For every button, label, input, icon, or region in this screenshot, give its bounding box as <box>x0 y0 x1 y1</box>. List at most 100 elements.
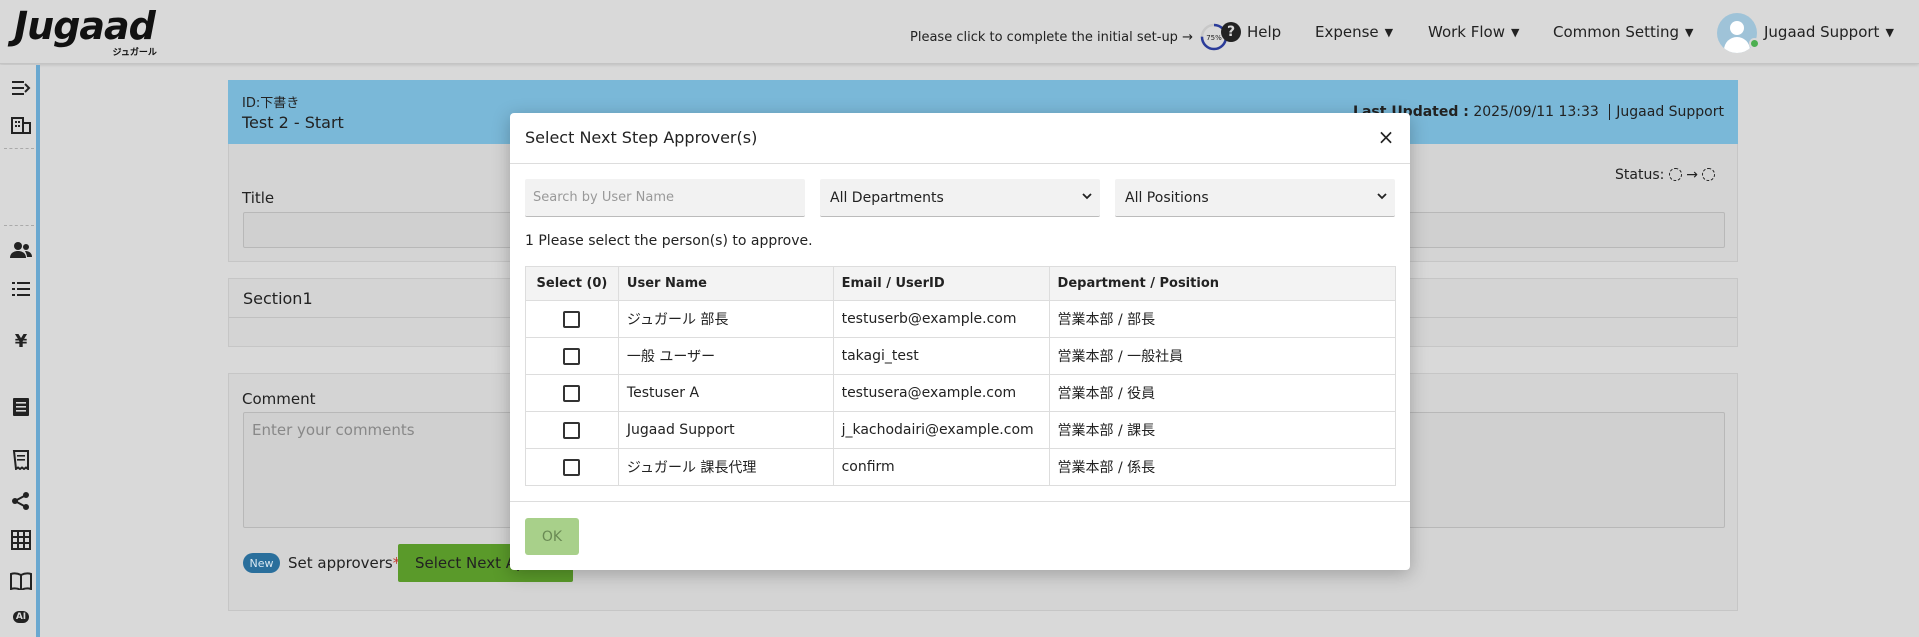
table-row[interactable]: ジュガール 部長 testuserb@example.com 営業本部 / 部長 <box>525 300 1397 338</box>
help-label: Help <box>1247 23 1282 41</box>
nav-common-setting-label: Common Setting <box>1553 23 1680 41</box>
cell-email: confirm <box>832 448 1050 486</box>
cell-department: 営業本部 / 課長 <box>1048 411 1397 449</box>
cell-email: testusera@example.com <box>832 374 1050 412</box>
table-row[interactable]: Jugaad Support j_kachodairi@example.com … <box>525 411 1397 449</box>
nav-common-setting[interactable]: Common Setting ▼ <box>1553 20 1694 44</box>
title-label: Title <box>242 189 275 207</box>
top-header: Jugaad ジュガール Please click to complete th… <box>0 0 1919 64</box>
column-header-select: Select (0) <box>525 266 619 301</box>
approver-table: Select (0) User Name Email / UserID Depa… <box>525 266 1397 486</box>
setup-text: Please click to complete the initial set… <box>910 29 1193 45</box>
department-select-value: All Departments <box>830 189 944 206</box>
status-step-icon <box>1702 168 1716 181</box>
cell-email: takagi_test <box>832 337 1050 375</box>
building-icon[interactable] <box>10 114 32 136</box>
status-indicator: Status: → <box>1615 167 1716 183</box>
form-name: Test 2 - Start <box>242 113 344 132</box>
table-row[interactable]: 一般 ユーザー takagi_test 営業本部 / 一般社員 <box>525 337 1397 375</box>
ok-button[interactable]: OK <box>525 518 579 555</box>
cell-department: 営業本部 / 役員 <box>1048 374 1397 412</box>
sidebar: ¥ AI <box>0 65 40 637</box>
approver-modal: Select Next Step Approver(s) × All Depar… <box>510 113 1410 570</box>
arrow-right-icon: → <box>1686 167 1698 183</box>
select-checkbox[interactable] <box>563 384 581 402</box>
initial-setup-link[interactable]: Please click to complete the initial set… <box>910 22 1229 52</box>
caret-down-icon: ▼ <box>1511 25 1520 39</box>
nav-workflow-label: Work Flow <box>1428 23 1505 41</box>
logo-subtext: ジュガール <box>112 48 157 58</box>
help-link[interactable]: ? Help <box>1221 20 1281 44</box>
chevron-down-icon <box>1082 193 1092 200</box>
caret-down-icon: ▼ <box>1384 25 1394 39</box>
new-badge: New <box>243 553 280 573</box>
select-checkbox[interactable] <box>563 458 581 476</box>
expand-icon[interactable] <box>10 77 32 99</box>
select-checkbox[interactable] <box>563 310 581 328</box>
select-checkbox[interactable] <box>563 421 581 439</box>
user-name: Jugaad Support <box>1764 23 1880 41</box>
nav-workflow[interactable]: Work Flow ▼ <box>1428 20 1519 44</box>
sidebar-divider <box>4 225 34 226</box>
sidebar-divider <box>4 148 34 149</box>
comment-label: Comment <box>242 390 316 408</box>
avatar-body <box>1724 37 1750 53</box>
column-header-email: Email / UserID <box>832 266 1050 301</box>
cell-email: testuserb@example.com <box>832 300 1050 338</box>
modal-header: Select Next Step Approver(s) × <box>510 113 1410 164</box>
cell-email: j_kachodairi@example.com <box>832 411 1050 449</box>
avatar-head <box>1730 21 1744 35</box>
user-menu[interactable]: Jugaad Support ▼ <box>1764 20 1894 44</box>
users-icon[interactable] <box>10 239 32 261</box>
last-updated-user: Jugaad Support <box>1616 104 1724 120</box>
cell-user-name: Jugaad Support <box>617 411 834 449</box>
modal-title: Select Next Step Approver(s) <box>525 128 758 147</box>
table-row[interactable]: Testuser A testusera@example.com 営業本部 / … <box>525 374 1397 412</box>
form-id: ID:下書き <box>242 96 300 111</box>
status-step-icon <box>1668 168 1682 181</box>
table-header-row: Select (0) User Name Email / UserID Depa… <box>525 266 1397 301</box>
caret-down-icon: ▼ <box>1885 25 1894 39</box>
online-status-dot <box>1749 38 1760 49</box>
modal-footer: OK <box>510 501 1410 570</box>
cell-department: 営業本部 / 一般社員 <box>1048 337 1397 375</box>
column-header-department: Department / Position <box>1048 266 1397 301</box>
app-logo[interactable]: Jugaad ジュガール <box>14 4 157 58</box>
cell-user-name: ジュガール 部長 <box>617 300 834 338</box>
cell-user-name: ジュガール 課長代理 <box>617 448 834 486</box>
status-label: Status: <box>1615 167 1665 183</box>
select-checkbox[interactable] <box>563 347 581 365</box>
grid-icon[interactable] <box>10 529 32 551</box>
last-updated-value: 2025/09/11 13:33 <box>1473 104 1599 120</box>
section-title: Section1 <box>243 289 313 308</box>
cell-department: 営業本部 / 部長 <box>1048 300 1397 338</box>
position-select-value: All Positions <box>1125 189 1209 206</box>
user-search-input[interactable] <box>525 179 805 217</box>
help-icon: ? <box>1221 22 1241 42</box>
yen-icon[interactable]: ¥ <box>10 330 32 352</box>
logo-text: Jugaad <box>14 4 156 48</box>
caret-down-icon: ▼ <box>1685 25 1694 39</box>
table-row[interactable]: ジュガール 課長代理 confirm 営業本部 / 係長 <box>525 448 1397 486</box>
share-icon[interactable] <box>10 490 32 512</box>
close-icon[interactable]: × <box>1374 125 1398 149</box>
comment-placeholder: Enter your comments <box>252 421 415 439</box>
position-select[interactable]: All Positions <box>1115 179 1395 217</box>
book-icon[interactable] <box>10 570 32 592</box>
ai-icon[interactable]: AI <box>10 606 32 628</box>
document-icon[interactable] <box>10 396 32 418</box>
chevron-down-icon <box>1377 193 1387 200</box>
cell-department: 営業本部 / 係長 <box>1048 448 1397 486</box>
set-approvers-label: Set approvers* <box>288 554 401 572</box>
department-select[interactable]: All Departments <box>820 179 1100 217</box>
nav-expense-label: Expense <box>1315 23 1379 41</box>
column-header-user-name: User Name <box>617 266 834 301</box>
receipt-icon[interactable] <box>10 449 32 471</box>
setup-progress-label: 75% <box>1206 34 1222 42</box>
list-icon[interactable] <box>10 278 32 300</box>
nav-expense[interactable]: Expense ▼ <box>1315 20 1393 44</box>
ai-label: AI <box>12 611 30 623</box>
cell-user-name: 一般 ユーザー <box>617 337 834 375</box>
cell-user-name: Testuser A <box>617 374 834 412</box>
instruction-text: 1 Please select the person(s) to approve… <box>525 233 813 249</box>
